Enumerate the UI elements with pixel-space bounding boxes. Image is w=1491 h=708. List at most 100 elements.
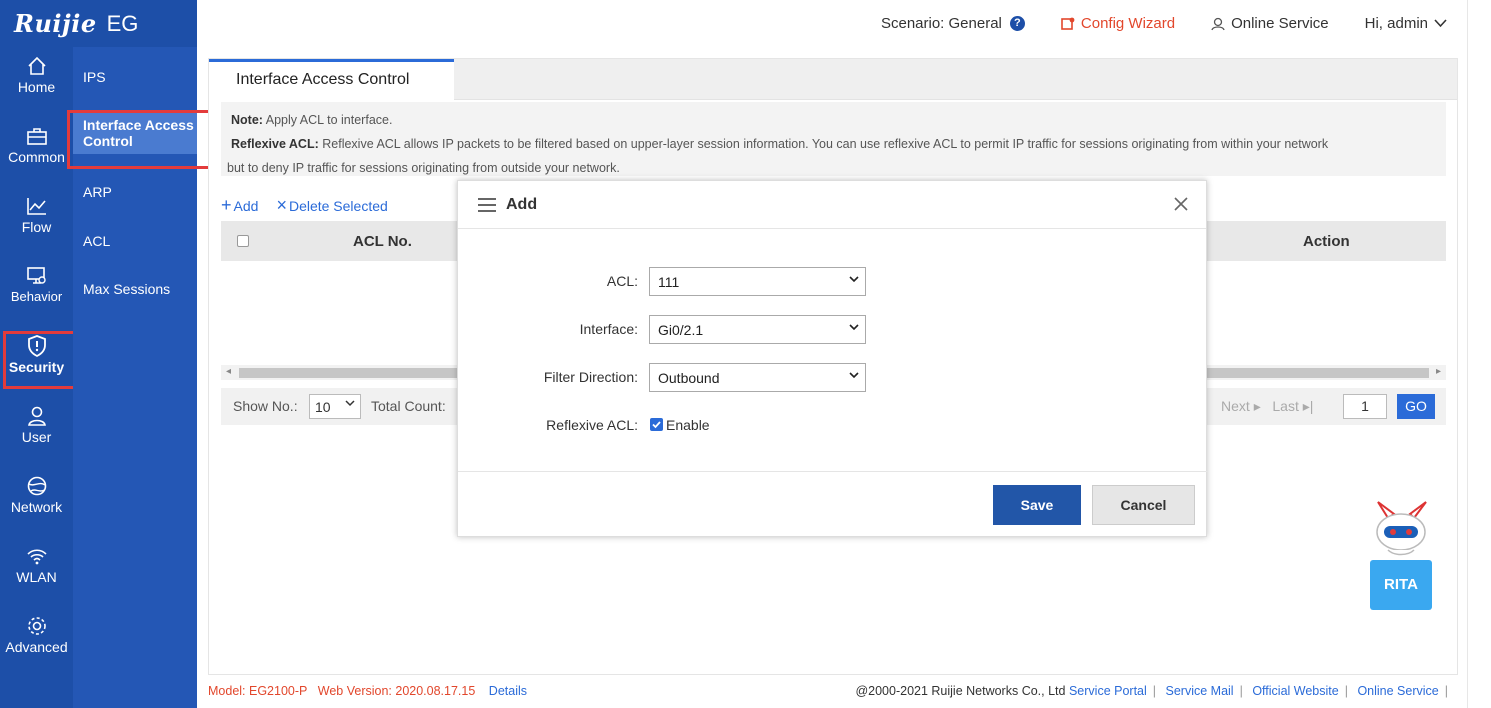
acl-row: ACL: 111	[458, 267, 1208, 297]
online-service-footer-link[interactable]: Online Service	[1357, 684, 1438, 698]
user-icon	[27, 406, 46, 426]
reflexive-enable-label[interactable]: Enable	[666, 417, 710, 433]
gear-icon	[27, 617, 46, 635]
chevron-down-icon	[345, 400, 355, 407]
details-link[interactable]: Details	[489, 684, 527, 698]
user-menu[interactable]: Hi, admin	[1365, 15, 1447, 32]
separator: |	[1444, 684, 1448, 698]
check-icon	[652, 421, 661, 429]
add-button[interactable]: + Add	[221, 195, 258, 216]
go-button[interactable]: GO	[1397, 394, 1435, 419]
scroll-left-icon[interactable]: ◂	[226, 366, 231, 377]
rita-label[interactable]: RITA	[1370, 560, 1432, 610]
rail-item-label: User	[21, 429, 52, 445]
scenario-value: General	[948, 15, 1002, 32]
footer: Model: EG2100-P Web Version: 2020.08.17.…	[208, 680, 1458, 702]
add-label: Add	[233, 197, 259, 214]
scenario-label: Scenario:	[880, 15, 945, 32]
highlight-security	[3, 331, 82, 389]
filter-direction-select[interactable]: Outbound	[649, 363, 866, 392]
scroll-right-icon[interactable]: ▸	[1436, 366, 1441, 377]
home-icon	[27, 56, 46, 75]
acl-select[interactable]: 111	[649, 267, 866, 296]
brand-logo[interactable]: Ruijie EG	[0, 0, 197, 47]
interface-label: Interface:	[579, 321, 638, 337]
subnav-item-arp[interactable]: ARP	[73, 184, 197, 200]
column-action: Action	[1303, 232, 1350, 250]
rail-item-common[interactable]: Common	[0, 123, 73, 185]
last-label: Last	[1272, 398, 1299, 414]
scenario-selector[interactable]: Scenario: General ?	[881, 15, 1025, 32]
tab-interface-access-control[interactable]: Interface Access Control	[209, 59, 454, 100]
rail-item-flow[interactable]: Flow	[0, 193, 73, 255]
interface-select[interactable]: Gi0/2.1	[649, 315, 866, 344]
save-button[interactable]: Save	[993, 485, 1081, 525]
show-no-label: Show No.:	[233, 398, 298, 414]
rail-item-advanced[interactable]: Advanced	[0, 613, 73, 675]
rail-item-label: Advanced	[5, 639, 68, 655]
help-icon[interactable]: ?	[1009, 16, 1025, 31]
acl-select-value: 111	[658, 274, 680, 290]
official-website-link[interactable]: Official Website	[1252, 684, 1338, 698]
filter-direction-value: Outbound	[658, 370, 720, 386]
config-wizard-label: Config Wizard	[1080, 15, 1176, 32]
interface-select-value: Gi0/2.1	[658, 322, 704, 338]
brand-product: EG	[106, 10, 139, 36]
globe-icon	[27, 476, 46, 496]
tab-bar: Interface Access Control	[209, 59, 1457, 100]
rita-assistant[interactable]: RITA	[1366, 500, 1436, 612]
subnav-item-max-sessions[interactable]: Max Sessions	[73, 281, 197, 297]
service-mail-link[interactable]: Service Mail	[1166, 684, 1234, 698]
cancel-button[interactable]: Cancel	[1092, 485, 1195, 525]
delete-selected-button[interactable]: × Delete Selected	[276, 195, 387, 216]
page-number-input[interactable]: 1	[1343, 394, 1387, 419]
page-size-select[interactable]: 10	[309, 394, 361, 419]
highlight-interface-access-control	[67, 110, 217, 169]
rail-item-user[interactable]: User	[0, 403, 73, 465]
window-edge	[1467, 0, 1491, 708]
reflexive-line: Reflexive ACL: Reflexive ACL allows IP p…	[231, 132, 1446, 156]
user-greeting: Hi, admin	[1364, 15, 1428, 32]
note-label: Note:	[231, 113, 263, 127]
reflexive-enable-checkbox[interactable]	[650, 418, 663, 431]
dialog-footer: Save Cancel	[458, 471, 1208, 538]
support-icon	[1211, 17, 1225, 30]
close-icon: ×	[276, 195, 287, 215]
last-link[interactable]: Last ▸|	[1272, 398, 1313, 414]
column-acl-no[interactable]: ACL No.	[353, 233, 412, 250]
chevron-down-icon	[849, 372, 859, 379]
rail-item-label: Flow	[21, 219, 52, 235]
monitor-icon	[26, 267, 46, 284]
filter-direction-label: Filter Direction:	[543, 369, 638, 385]
subnav-item-ips[interactable]: IPS	[73, 69, 197, 85]
close-icon[interactable]	[1170, 193, 1192, 215]
copyright-text: @2000-2021 Ruijie Networks Co., Ltd	[855, 684, 1066, 698]
reflexive-label: Reflexive ACL:	[231, 137, 319, 151]
reflexive-text: Reflexive ACL allows IP packets to be fi…	[322, 137, 1329, 151]
chevron-down-icon	[849, 276, 859, 283]
dialog-title: Add	[506, 195, 538, 213]
acl-label: ACL:	[606, 273, 638, 289]
select-all-checkbox[interactable]	[237, 235, 249, 247]
rail-item-label: Common	[8, 149, 65, 165]
online-service-link[interactable]: Online Service	[1211, 15, 1329, 32]
pager-nav: Next ▸ Last ▸|	[1221, 398, 1313, 415]
next-link[interactable]: Next ▸	[1221, 398, 1261, 414]
separator: |	[1239, 684, 1243, 698]
top-bar: Scenario: General ? Config Wizard Online…	[197, 0, 1491, 47]
separator: |	[1344, 684, 1348, 698]
app-window: Ruijie EG Scenario: General ? Config Wiz…	[0, 0, 1491, 708]
note-text: Apply ACL to interface.	[265, 113, 393, 127]
chart-line-icon	[26, 198, 46, 215]
wizard-icon	[1061, 17, 1075, 30]
config-wizard-link[interactable]: Config Wizard	[1061, 15, 1175, 32]
rail-item-home[interactable]: Home	[0, 53, 73, 115]
rail-item-network[interactable]: Network	[0, 473, 73, 535]
reflexive-acl-label: Reflexive ACL:	[546, 417, 638, 433]
footer-version-info: Model: EG2100-P Web Version: 2020.08.17.…	[208, 684, 527, 698]
rail-item-wlan[interactable]: WLAN	[0, 543, 73, 605]
robot-mascot-icon	[1376, 501, 1427, 556]
rail-item-behavior[interactable]: Behavior	[0, 263, 73, 325]
subnav-item-acl[interactable]: ACL	[73, 233, 197, 249]
service-portal-link[interactable]: Service Portal	[1069, 684, 1147, 698]
